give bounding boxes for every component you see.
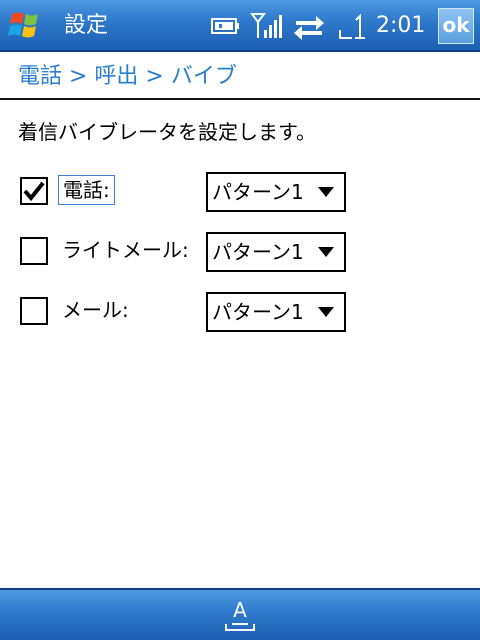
setting-row-phone: 電話: パターン1 — [0, 172, 480, 212]
mail-checkbox[interactable] — [20, 297, 48, 325]
sync-arrows-icon[interactable] — [292, 10, 326, 42]
mail-label[interactable]: メール: — [58, 296, 133, 324]
light-mail-pattern-value: パターン1 — [212, 240, 304, 264]
phone-checkbox[interactable] — [20, 177, 48, 205]
clock[interactable]: 2:01 — [376, 12, 425, 40]
phone-label[interactable]: 電話: — [58, 175, 115, 205]
signal-icon[interactable] — [250, 10, 284, 42]
dropdown-arrow-icon — [318, 187, 334, 197]
checkmark-icon — [23, 181, 45, 202]
light-mail-checkbox[interactable] — [20, 237, 48, 265]
light-mail-pattern-select[interactable]: パターン1 — [206, 232, 346, 272]
divider — [0, 98, 480, 100]
keyboard-icon[interactable]: A — [224, 596, 256, 636]
phone-pattern-select[interactable]: パターン1 — [206, 172, 346, 212]
battery-icon[interactable] — [210, 10, 242, 42]
setting-row-light-mail: ライトメール: パターン1 — [0, 232, 480, 272]
setting-row-mail: メール: パターン1 — [0, 292, 480, 332]
mail-pattern-value: パターン1 — [212, 300, 304, 324]
phone-pattern-value: パターン1 — [212, 180, 304, 204]
ok-button[interactable]: ok — [438, 8, 474, 44]
start-windows-icon[interactable] — [6, 8, 48, 44]
app-title: 設定 — [64, 13, 109, 38]
dropdown-arrow-icon — [318, 247, 334, 257]
light-mail-label[interactable]: ライトメール: — [58, 236, 193, 264]
title-bar: 設定 2:01 ok — [0, 0, 480, 52]
network-icon[interactable] — [338, 10, 368, 42]
mail-pattern-select[interactable]: パターン1 — [206, 292, 346, 332]
soft-key-bar: A — [0, 588, 480, 640]
breadcrumb: 電話 > 呼出 > バイブ — [18, 64, 237, 89]
page-description: 着信バイブレータを設定します。 — [18, 120, 316, 144]
dropdown-arrow-icon — [318, 307, 334, 317]
